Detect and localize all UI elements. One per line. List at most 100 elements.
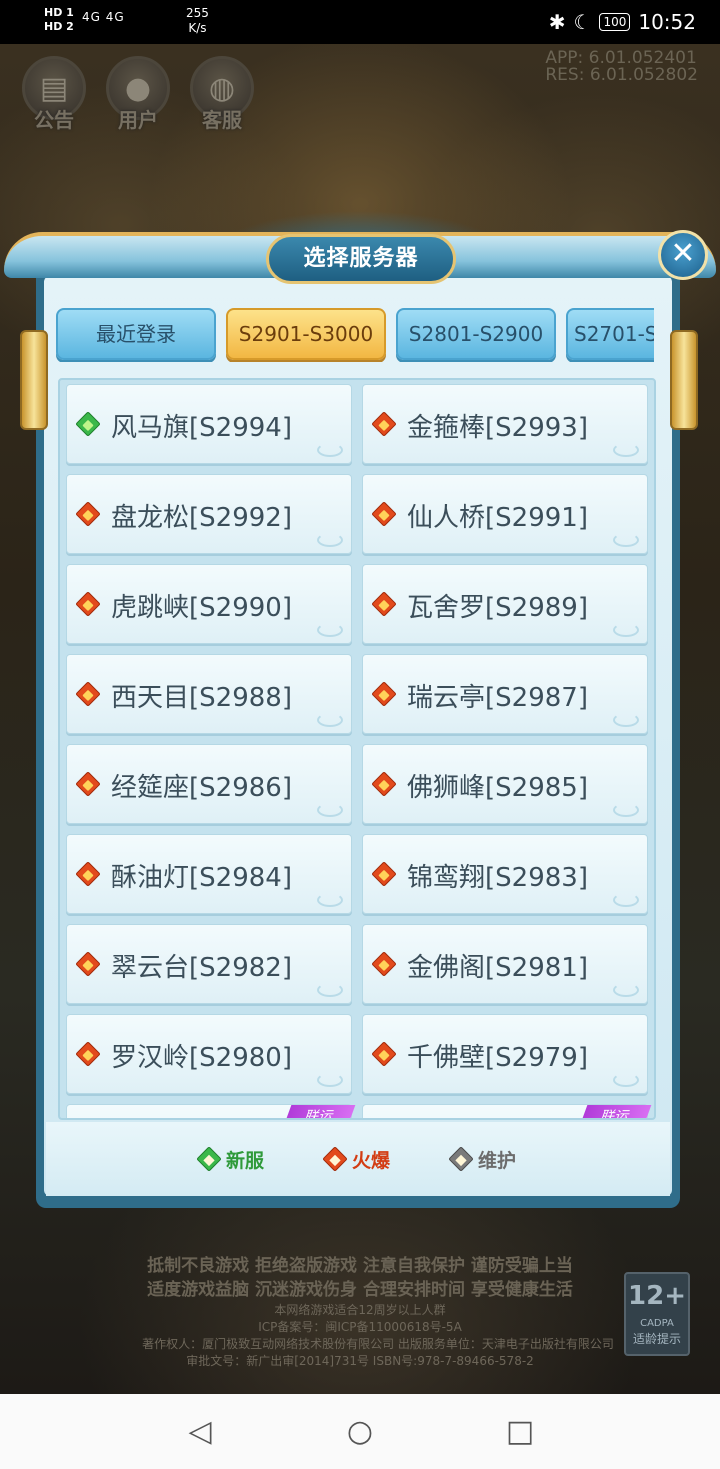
tab-recent-login[interactable]: 最近登录 xyxy=(56,308,216,360)
tab-s2801-s2900[interactable]: S2801-S2900 xyxy=(396,308,556,360)
server-item[interactable]: 瑞云亭[S2987] xyxy=(362,654,648,734)
legend-maintenance: 维护 xyxy=(448,1146,517,1173)
notice-label: 公告 xyxy=(34,108,74,132)
hot-status-icon xyxy=(371,1041,397,1067)
footer-line-6: 审批文号：新广出审[2014]731号 ISBN号:978-7-89466-57… xyxy=(186,1354,534,1368)
close-button[interactable]: ✕ xyxy=(658,230,708,280)
sim1-label: HD 1 xyxy=(44,6,74,19)
hot-status-icon xyxy=(371,861,397,887)
battery-icon: 100 xyxy=(599,13,631,31)
server-item[interactable]: 西天目[S2988] xyxy=(66,654,352,734)
right-lantern xyxy=(670,330,698,430)
server-name: 酥油灯[S2984] xyxy=(111,863,292,893)
back-icon[interactable]: ◁ xyxy=(180,1412,220,1452)
server-item-partial[interactable]: 联运 xyxy=(66,1104,356,1118)
server-item[interactable]: 佛狮峰[S2985] xyxy=(362,744,648,824)
server-item[interactable]: 罗汉岭[S2980] xyxy=(66,1014,352,1094)
hot-status-icon xyxy=(371,411,397,437)
server-item-partial[interactable]: 联运 xyxy=(362,1104,652,1118)
sim2-label: HD 2 xyxy=(44,20,74,33)
cloud-swirl-decoration xyxy=(317,1073,343,1087)
support-label: 客服 xyxy=(202,108,242,132)
hot-status-icon xyxy=(75,771,101,797)
support-button[interactable]: ◍ 客服 xyxy=(188,56,256,132)
server-item[interactable]: 金佛阁[S2981] xyxy=(362,924,648,1004)
cloud-swirl-decoration xyxy=(613,713,639,727)
legend-maint-label: 维护 xyxy=(478,1149,517,1172)
status-bar: HD 1 HD 2 4G 4G 255 K/s ✱ ☾ 100 10:52 xyxy=(0,0,720,44)
server-name: 瓦舍罗[S2989] xyxy=(407,593,588,623)
hot-status-icon xyxy=(371,501,397,527)
server-name: 千佛壁[S2979] xyxy=(407,1043,588,1073)
version-info: APP: 6.01.052401 RES: 6.01.052802 xyxy=(545,50,698,84)
hot-status-icon xyxy=(75,951,101,977)
hot-status-icon xyxy=(371,591,397,617)
server-item[interactable]: 翠云台[S2982] xyxy=(66,924,352,1004)
cloud-swirl-decoration xyxy=(613,893,639,907)
legend-hot: 火爆 xyxy=(322,1146,390,1173)
maintenance-icon xyxy=(448,1146,474,1172)
new-status-icon xyxy=(75,411,101,437)
moon-icon: ☾ xyxy=(573,10,592,34)
legend-hot-label: 火爆 xyxy=(351,1149,390,1172)
server-item[interactable]: 风马旗[S2994] xyxy=(66,384,352,464)
hot-status-icon xyxy=(75,681,101,707)
server-item[interactable]: 虎跳峡[S2990] xyxy=(66,564,352,644)
footer-line-5: 著作权人：厦门极致互动网络技术股份有限公司 出版服务单位：天津电子出版社有限公司 xyxy=(142,1337,614,1351)
server-name: 罗汉岭[S2980] xyxy=(111,1043,292,1073)
server-name: 金箍棒[S2993] xyxy=(407,413,588,443)
tab-s2701[interactable]: S2701-S xyxy=(566,308,654,360)
rating-org: CADPA xyxy=(640,1318,674,1329)
hot-status-icon xyxy=(371,681,397,707)
server-item[interactable]: 盘龙松[S2992] xyxy=(66,474,352,554)
hot-status-icon xyxy=(371,771,397,797)
status-legend: 新服 火爆 维护 xyxy=(46,1122,670,1196)
server-name: 经筵座[S2986] xyxy=(111,773,292,803)
server-item[interactable]: 酥油灯[S2984] xyxy=(66,834,352,914)
server-item[interactable]: 锦鸾翔[S2983] xyxy=(362,834,648,914)
cloud-swirl-decoration xyxy=(613,803,639,817)
hot-status-icon xyxy=(75,591,101,617)
notice-button[interactable]: ▤ 公告 xyxy=(20,56,88,132)
bluetooth-icon: ✱ xyxy=(548,10,566,34)
server-name: 虎跳峡[S2990] xyxy=(111,593,292,623)
server-item[interactable]: 金箍棒[S2993] xyxy=(362,384,648,464)
status-right: ✱ ☾ 100 10:52 xyxy=(549,10,696,34)
user-button[interactable]: ● 用户 xyxy=(104,56,172,132)
navigation-bar: ◁ ○ □ xyxy=(0,1394,720,1469)
left-lantern xyxy=(20,330,48,430)
footer-line-2: 适度游戏益脑 沉迷游戏伤身 合理安排时间 享受健康生活 xyxy=(147,1280,573,1300)
server-name: 盘龙松[S2992] xyxy=(111,503,292,533)
server-range-tabs: 最近登录 S2901-S3000 S2801-S2900 S2701-S xyxy=(56,306,654,362)
sim-indicators: HD 1 HD 2 xyxy=(44,6,74,34)
legend-new: 新服 xyxy=(196,1146,264,1173)
server-name: 佛狮峰[S2985] xyxy=(407,773,588,803)
footer-line-4: ICP备案号：闽ICP备11000618号-5A xyxy=(258,1320,462,1334)
server-item[interactable]: 瓦舍罗[S2989] xyxy=(362,564,648,644)
home-icon[interactable]: ○ xyxy=(340,1412,380,1452)
cloud-swirl-decoration xyxy=(317,533,343,547)
network-speed: 255 K/s xyxy=(186,6,209,36)
cloud-swirl-decoration xyxy=(317,623,343,637)
speed-unit: K/s xyxy=(188,21,207,35)
cloud-swirl-decoration xyxy=(317,443,343,457)
health-notice: 抵制不良游戏 拒绝盗版游戏 注意自我保护 谨防受骗上当 适度游戏益脑 沉迷游戏伤… xyxy=(80,1254,640,1370)
hot-status-icon xyxy=(75,501,101,527)
server-name: 翠云台[S2982] xyxy=(111,953,292,983)
server-list[interactable]: 风马旗[S2994] 金箍棒[S2993] 盘龙松[S2992] 仙人桥[S2991]… xyxy=(58,378,656,1120)
cloud-swirl-decoration xyxy=(613,1073,639,1087)
server-name: 金佛阁[S2981] xyxy=(407,953,588,983)
server-item[interactable]: 经筵座[S2986] xyxy=(66,744,352,824)
cloud-swirl-decoration xyxy=(613,533,639,547)
server-item[interactable]: 千佛壁[S2979] xyxy=(362,1014,648,1094)
cloud-swirl-decoration xyxy=(317,983,343,997)
tab-s2901-s3000[interactable]: S2901-S3000 xyxy=(226,308,386,360)
hot-status-icon xyxy=(371,951,397,977)
cloud-swirl-decoration xyxy=(317,803,343,817)
cloud-swirl-decoration xyxy=(613,443,639,457)
clock: 10:52 xyxy=(638,10,696,34)
network-signal: 4G 4G xyxy=(82,10,125,24)
recent-apps-icon[interactable]: □ xyxy=(500,1412,540,1452)
server-item[interactable]: 仙人桥[S2991] xyxy=(362,474,648,554)
user-label: 用户 xyxy=(118,108,158,132)
